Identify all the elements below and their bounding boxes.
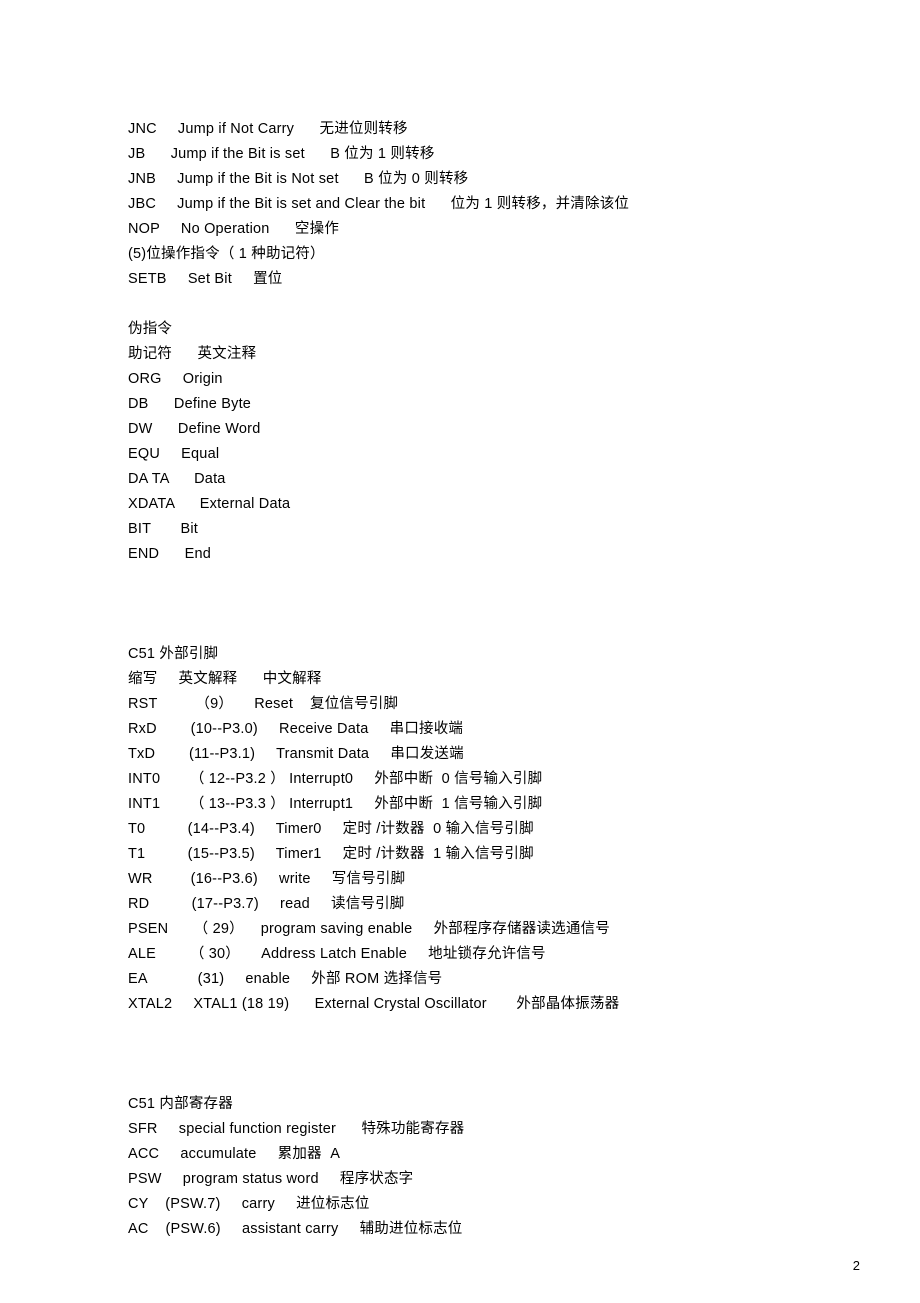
text-line: TxD (11--P3.1) Transmit Data 串口发送端	[128, 742, 830, 767]
blank-line	[128, 1017, 830, 1042]
text-line: END End	[128, 542, 830, 567]
text-line: 缩写 英文解释 中文解释	[128, 667, 830, 692]
text-line: AC (PSW.6) assistant carry 辅助进位标志位	[128, 1217, 830, 1242]
text-line: EA (31) enable 外部 ROM 选择信号	[128, 967, 830, 992]
text-line: INT1 （ 13--P3.3 ） Interrupt1 外部中断 1 信号输入…	[128, 792, 830, 817]
text-line: RD (17--P3.7) read 读信号引脚	[128, 892, 830, 917]
blank-line	[128, 1067, 830, 1092]
text-line: WR (16--P3.6) write 写信号引脚	[128, 867, 830, 892]
blank-line	[128, 567, 830, 592]
page-number: 2	[853, 1258, 860, 1273]
text-line: JBC Jump if the Bit is set and Clear the…	[128, 192, 830, 217]
text-line: C51 内部寄存器	[128, 1092, 830, 1117]
text-line: XDATA External Data	[128, 492, 830, 517]
text-line: RxD (10--P3.0) Receive Data 串口接收端	[128, 717, 830, 742]
blank-line	[128, 617, 830, 642]
blank-line	[128, 592, 830, 617]
text-line: DW Define Word	[128, 417, 830, 442]
text-line: C51 外部引脚	[128, 642, 830, 667]
text-line: 助记符 英文注释	[128, 342, 830, 367]
text-line: ORG Origin	[128, 367, 830, 392]
text-line: EQU Equal	[128, 442, 830, 467]
text-line: BIT Bit	[128, 517, 830, 542]
text-line: DB Define Byte	[128, 392, 830, 417]
blank-line	[128, 292, 830, 317]
text-line: PSW program status word 程序状态字	[128, 1167, 830, 1192]
text-line: (5)位操作指令（ 1 种助记符）	[128, 242, 830, 267]
text-line: INT0 （ 12--P3.2 ） Interrupt0 外部中断 0 信号输入…	[128, 767, 830, 792]
text-line: DA TA Data	[128, 467, 830, 492]
text-line: XTAL2 XTAL1 (18 19) External Crystal Osc…	[128, 992, 830, 1017]
text-line: ALE （ 30） Address Latch Enable 地址锁存允许信号	[128, 942, 830, 967]
text-line: PSEN （ 29） program saving enable 外部程序存储器…	[128, 917, 830, 942]
text-line: JNB Jump if the Bit is Not set B 位为 0 则转…	[128, 167, 830, 192]
blank-line	[128, 1042, 830, 1067]
text-line: ACC accumulate 累加器 A	[128, 1142, 830, 1167]
text-line: JB Jump if the Bit is set B 位为 1 则转移	[128, 142, 830, 167]
text-line: T1 (15--P3.5) Timer1 定时 /计数器 1 输入信号引脚	[128, 842, 830, 867]
text-line: SETB Set Bit 置位	[128, 267, 830, 292]
document-body: JNC Jump if Not Carry 无进位则转移JB Jump if t…	[128, 117, 830, 1242]
text-line: T0 (14--P3.4) Timer0 定时 /计数器 0 输入信号引脚	[128, 817, 830, 842]
text-line: 伪指令	[128, 317, 830, 342]
text-line: CY (PSW.7) carry 进位标志位	[128, 1192, 830, 1217]
text-line: JNC Jump if Not Carry 无进位则转移	[128, 117, 830, 142]
text-line: SFR special function register 特殊功能寄存器	[128, 1117, 830, 1142]
text-line: NOP No Operation 空操作	[128, 217, 830, 242]
document-page: JNC Jump if Not Carry 无进位则转移JB Jump if t…	[0, 0, 920, 1303]
text-line: RST （9） Reset 复位信号引脚	[128, 692, 830, 717]
